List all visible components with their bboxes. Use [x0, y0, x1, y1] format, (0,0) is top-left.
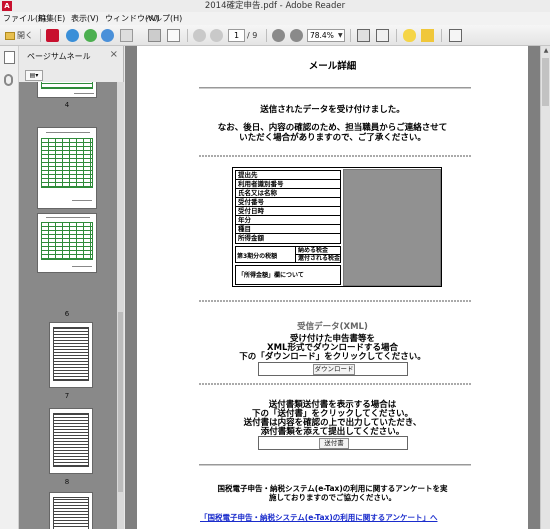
- page-thumbnail[interactable]: [49, 322, 93, 388]
- divider: [199, 383, 471, 385]
- open-label: 開く: [17, 31, 33, 40]
- toolbar-divider: [187, 29, 188, 42]
- info-label: 受付日時: [236, 207, 340, 216]
- toolbar: 開く 1 / 9 78.4% ▼: [0, 25, 550, 46]
- thumbnail-scrollbar-thumb[interactable]: [118, 312, 123, 492]
- document-scrollbar[interactable]: ▲: [540, 46, 550, 529]
- thumbnail-label: 7: [64, 392, 70, 400]
- comment-icon[interactable]: [403, 29, 416, 42]
- tax-label: 第3期分の税額: [237, 253, 278, 260]
- email-send-icon[interactable]: [101, 29, 114, 42]
- zoom-in-icon[interactable]: [290, 29, 303, 42]
- chevron-down-icon[interactable]: ▼: [338, 29, 345, 42]
- menu-bar: ファイル(F) 編集(E) 表示(V) ウィンドウ(W) ヘルプ(H): [0, 12, 550, 25]
- page-heading: メール詳細: [308, 61, 357, 72]
- page-thumbnails-icon[interactable]: [4, 51, 15, 64]
- print-icon[interactable]: [148, 29, 161, 42]
- send-slip-button-frame: 送付書: [258, 436, 408, 450]
- info-label: 種目: [236, 225, 340, 234]
- tax-row: 第3期分の税額 納める税金 還付される税金: [235, 246, 341, 263]
- divider: [199, 464, 471, 466]
- toolbar-divider: [396, 29, 397, 42]
- received-note: いただく場合がありますので、ご了承ください。: [239, 133, 426, 143]
- info-label: 提出先: [236, 171, 340, 180]
- toolbar-divider: [441, 29, 442, 42]
- thumbnail-label: 4: [64, 101, 70, 109]
- income-note: 「所得金額」欄について: [235, 265, 341, 285]
- save-icon[interactable]: [120, 29, 133, 42]
- toolbar-divider: [40, 29, 41, 42]
- folder-icon: [5, 31, 15, 40]
- previous-page-icon[interactable]: [193, 29, 206, 42]
- survey-link[interactable]: 「国税電子申告・納税システム(e-Tax)の利用に関するアンケート」へ: [200, 512, 437, 523]
- open-button[interactable]: 開く: [2, 28, 36, 43]
- download-button-frame: ダウンロード: [258, 362, 408, 376]
- tax-refund-label: 還付される税金: [295, 255, 341, 263]
- document-viewer: メール詳細 送信されたデータを受け付けました。 なお、後日、内容の確認のため、担…: [125, 46, 540, 529]
- mail-icon[interactable]: [167, 29, 180, 42]
- window-title: 2014確定申告.pdf - Adobe Reader: [204, 1, 346, 11]
- info-label: 氏名又は名称: [236, 189, 340, 198]
- download-button[interactable]: ダウンロード: [313, 364, 355, 375]
- tax-pay-label: 納める税金: [295, 247, 341, 255]
- next-page-icon[interactable]: [210, 29, 223, 42]
- page-thumbnail[interactable]: [49, 492, 93, 529]
- document-scrollbar-thumb[interactable]: [542, 58, 549, 106]
- page-total: / 9: [247, 31, 258, 40]
- toolbar-divider: [350, 29, 351, 42]
- thumbnail-panel: ページサムネール × ▤▾ 4 5 6 7: [19, 46, 124, 529]
- thumbnail-label: 6: [64, 310, 70, 318]
- attachments-icon[interactable]: [4, 74, 13, 86]
- info-label: 年分: [236, 216, 340, 225]
- info-label: 利用者識別番号: [236, 180, 340, 189]
- divider: [199, 155, 471, 157]
- info-label: 受付番号: [236, 198, 340, 207]
- page-thumbnail[interactable]: [49, 408, 93, 474]
- info-values-area: [343, 169, 441, 286]
- zoom-out-icon[interactable]: [272, 29, 285, 42]
- divider: [199, 87, 471, 89]
- page-number-input[interactable]: 1: [228, 29, 245, 42]
- cloud-upload-icon[interactable]: [84, 29, 97, 42]
- navigation-rail: [0, 46, 19, 529]
- info-label: 所得金額: [238, 234, 264, 242]
- menu-help[interactable]: ヘルプ(H): [146, 12, 182, 25]
- toolbar-divider: [266, 29, 267, 42]
- thumbnail-list: 4 5 6 7 8: [19, 82, 124, 529]
- fit-width-icon[interactable]: [376, 29, 389, 42]
- thumbnail-label: 8: [64, 478, 70, 486]
- survey-text: 施しておりますのでご協力ください。: [268, 493, 397, 502]
- xml-section-title: 受信データ(XML): [297, 322, 368, 332]
- xml-instructions: 下の「ダウンロード」をクリックしてください。: [239, 352, 426, 362]
- page-thumbnail[interactable]: [37, 82, 97, 98]
- thumbnail-options-button[interactable]: ▤▾: [25, 70, 43, 81]
- page-thumbnail[interactable]: [37, 127, 97, 209]
- send-slip-button[interactable]: 送付書: [319, 438, 349, 449]
- close-icon[interactable]: ×: [110, 49, 118, 60]
- menu-view[interactable]: 表示(V): [71, 12, 99, 25]
- title-bar: A 2014確定申告.pdf - Adobe Reader: [0, 0, 550, 12]
- divider: [199, 300, 471, 302]
- create-pdf-icon[interactable]: [46, 29, 59, 42]
- scroll-up-icon[interactable]: ▲: [541, 46, 550, 56]
- info-field-list: 提出先 利用者識別番号 氏名又は名称 受付番号 受付日時 年分 種目 所得金額: [235, 170, 341, 244]
- submission-info-table: 提出先 利用者識別番号 氏名又は名称 受付番号 受付日時 年分 種目 所得金額 …: [232, 167, 442, 287]
- panel-title: ページサムネール: [27, 52, 91, 61]
- pdf-page: メール詳細 送信されたデータを受け付けました。 なお、後日、内容の確認のため、担…: [137, 46, 528, 529]
- received-message: 送信されたデータを受け付けました。: [260, 105, 405, 115]
- highlight-icon[interactable]: [421, 29, 434, 42]
- fit-page-icon[interactable]: [357, 29, 370, 42]
- thumbnail-panel-header: ページサムネール ×: [19, 46, 124, 67]
- share-icon[interactable]: [66, 29, 79, 42]
- expand-icon[interactable]: [449, 29, 462, 42]
- page-thumbnail[interactable]: [37, 213, 97, 273]
- menu-edit[interactable]: 編集(E): [38, 12, 65, 25]
